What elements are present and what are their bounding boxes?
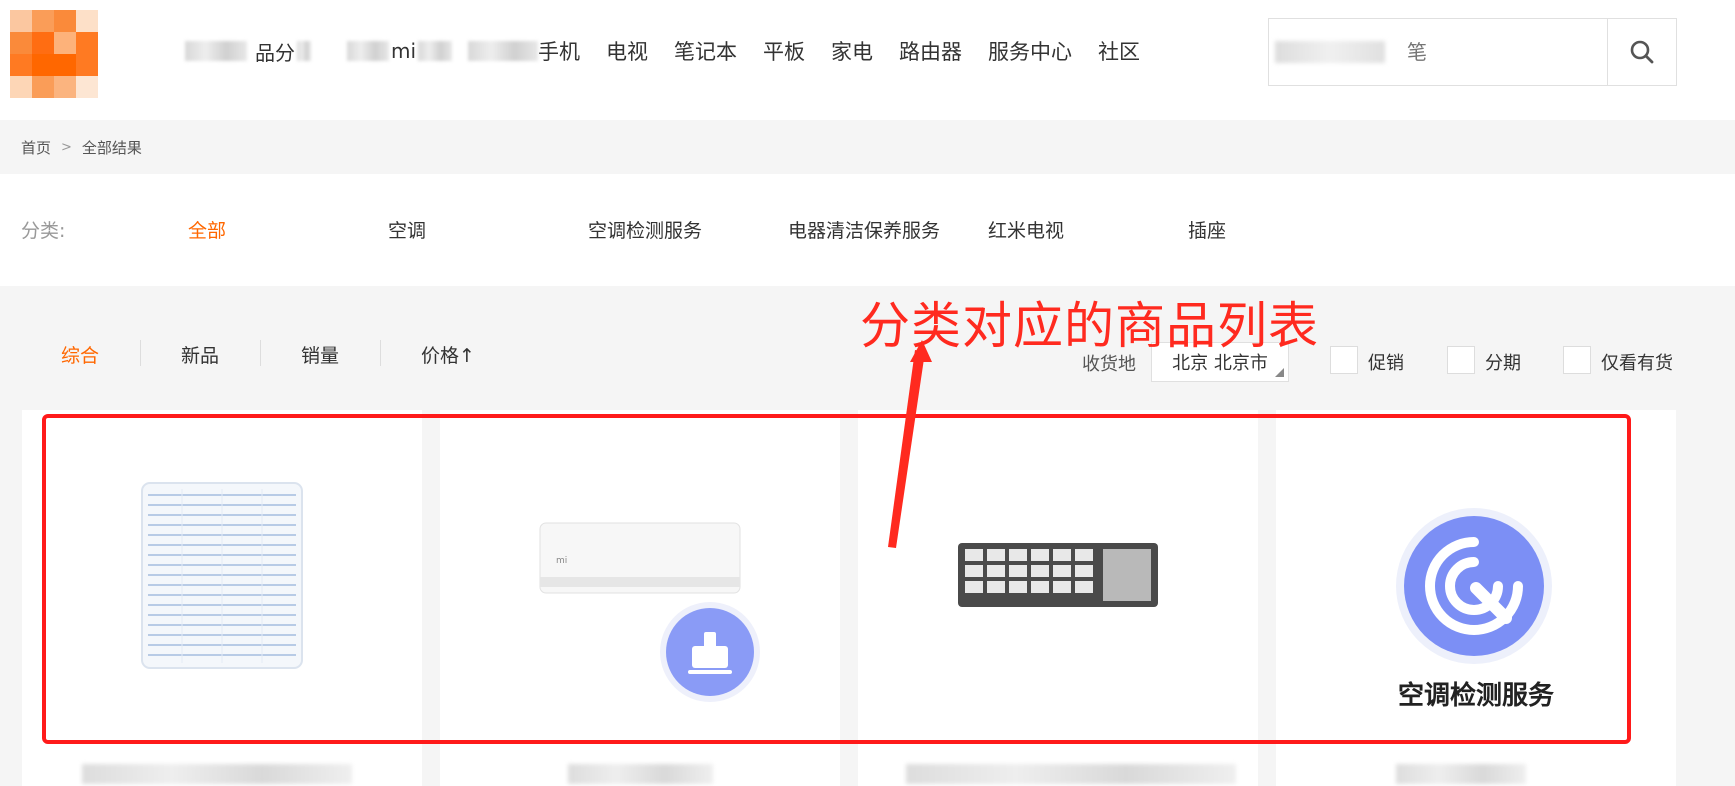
inspection-service-icon [1396,508,1552,664]
category-socket[interactable]: 插座 [1188,216,1226,243]
nav-item-blurred[interactable] [418,41,453,61]
nav-item-partial[interactable]: mi [391,39,416,63]
in-stock-label: 仅看有货 [1601,353,1673,374]
product-name-blurred [906,764,1236,784]
category-all[interactable]: 全部 [188,216,226,243]
search-button[interactable] [1607,18,1677,86]
sort-divider [140,340,141,366]
nav-item-appliance[interactable]: 家电 [831,36,873,66]
nav-item-tablet[interactable]: 平板 [763,36,805,66]
search-input[interactable] [1269,19,1607,85]
search-box [1268,18,1677,86]
promo-checkbox[interactable] [1330,346,1358,374]
nav-item-blurred[interactable] [297,41,311,61]
aircon-panel-icon [958,543,1158,607]
nav-item-partial[interactable]: 品分 [255,37,295,66]
dropdown-corner-icon [1275,368,1284,377]
category-filter: 分类: 全部 空调 空调检测服务 电器清洁保养服务 红米电视 插座 [0,174,1735,286]
nav-item-service-center[interactable]: 服务中心 [988,36,1072,66]
product-card[interactable]: 空调检测服务 [1276,410,1676,786]
breadcrumb: 首页 > 全部结果 [0,120,1735,174]
nav-item-blurred[interactable] [468,41,539,61]
service-caption: 空调检测服务 [1397,681,1554,711]
nav-item-router[interactable]: 路由器 [899,36,962,66]
sort-sales[interactable]: 销量 [301,341,339,368]
sort-new[interactable]: 新品 [181,341,219,368]
category-appliance-cleaning[interactable]: 电器清洁保养服务 [788,216,940,243]
category-label: 分类: [21,220,66,242]
sort-default[interactable]: 综合 [61,341,99,368]
nav-item-tv[interactable]: 电视 [606,36,648,66]
sort-divider [380,340,381,366]
product-image: 空调检测服务 [1276,410,1676,740]
promo-label: 促销 [1368,353,1404,374]
annotation-arrow-icon [888,340,932,548]
category-aircon[interactable]: 空调 [388,216,426,243]
nav-item-phone[interactable]: 手机 [538,36,580,66]
installment-checkbox[interactable] [1447,346,1475,374]
product-card[interactable] [22,410,422,786]
site-header: 品分 mi 手机 电视 笔记本 平板 家电 路由器 服务中心 社区 [0,0,1735,120]
nav-item-laptop[interactable]: 笔记本 [674,36,737,66]
nav-item-blurred[interactable] [347,41,389,61]
breadcrumb-current: 全部结果 [81,138,142,157]
sort-price[interactable]: 价格↑ [421,341,475,368]
product-image: mi [440,410,840,740]
sort-divider [260,340,261,366]
nav-item-community[interactable]: 社区 [1098,36,1140,66]
in-stock-checkbox[interactable] [1563,346,1591,374]
cleaning-badge-icon [660,602,760,702]
installment-label: 分期 [1485,353,1521,374]
product-name-blurred [82,764,352,784]
nav-item-blurred[interactable] [185,41,247,61]
product-name-blurred [1396,764,1526,784]
product-name-blurred [568,764,713,784]
site-logo[interactable] [10,10,100,100]
product-card[interactable]: mi [440,410,840,786]
category-aircon-inspection[interactable]: 空调检测服务 [588,216,702,243]
product-image [22,410,422,740]
category-redmi-tv[interactable]: 红米电视 [988,216,1064,243]
search-icon [1630,40,1654,64]
svg-text:mi: mi [556,556,567,566]
air-filter-icon [141,482,303,669]
main-nav: 品分 mi 手机 电视 笔记本 平板 家电 路由器 服务中心 社区 [185,36,1166,66]
breadcrumb-home[interactable]: 首页 [21,137,51,158]
breadcrumb-separator: > [61,139,72,155]
